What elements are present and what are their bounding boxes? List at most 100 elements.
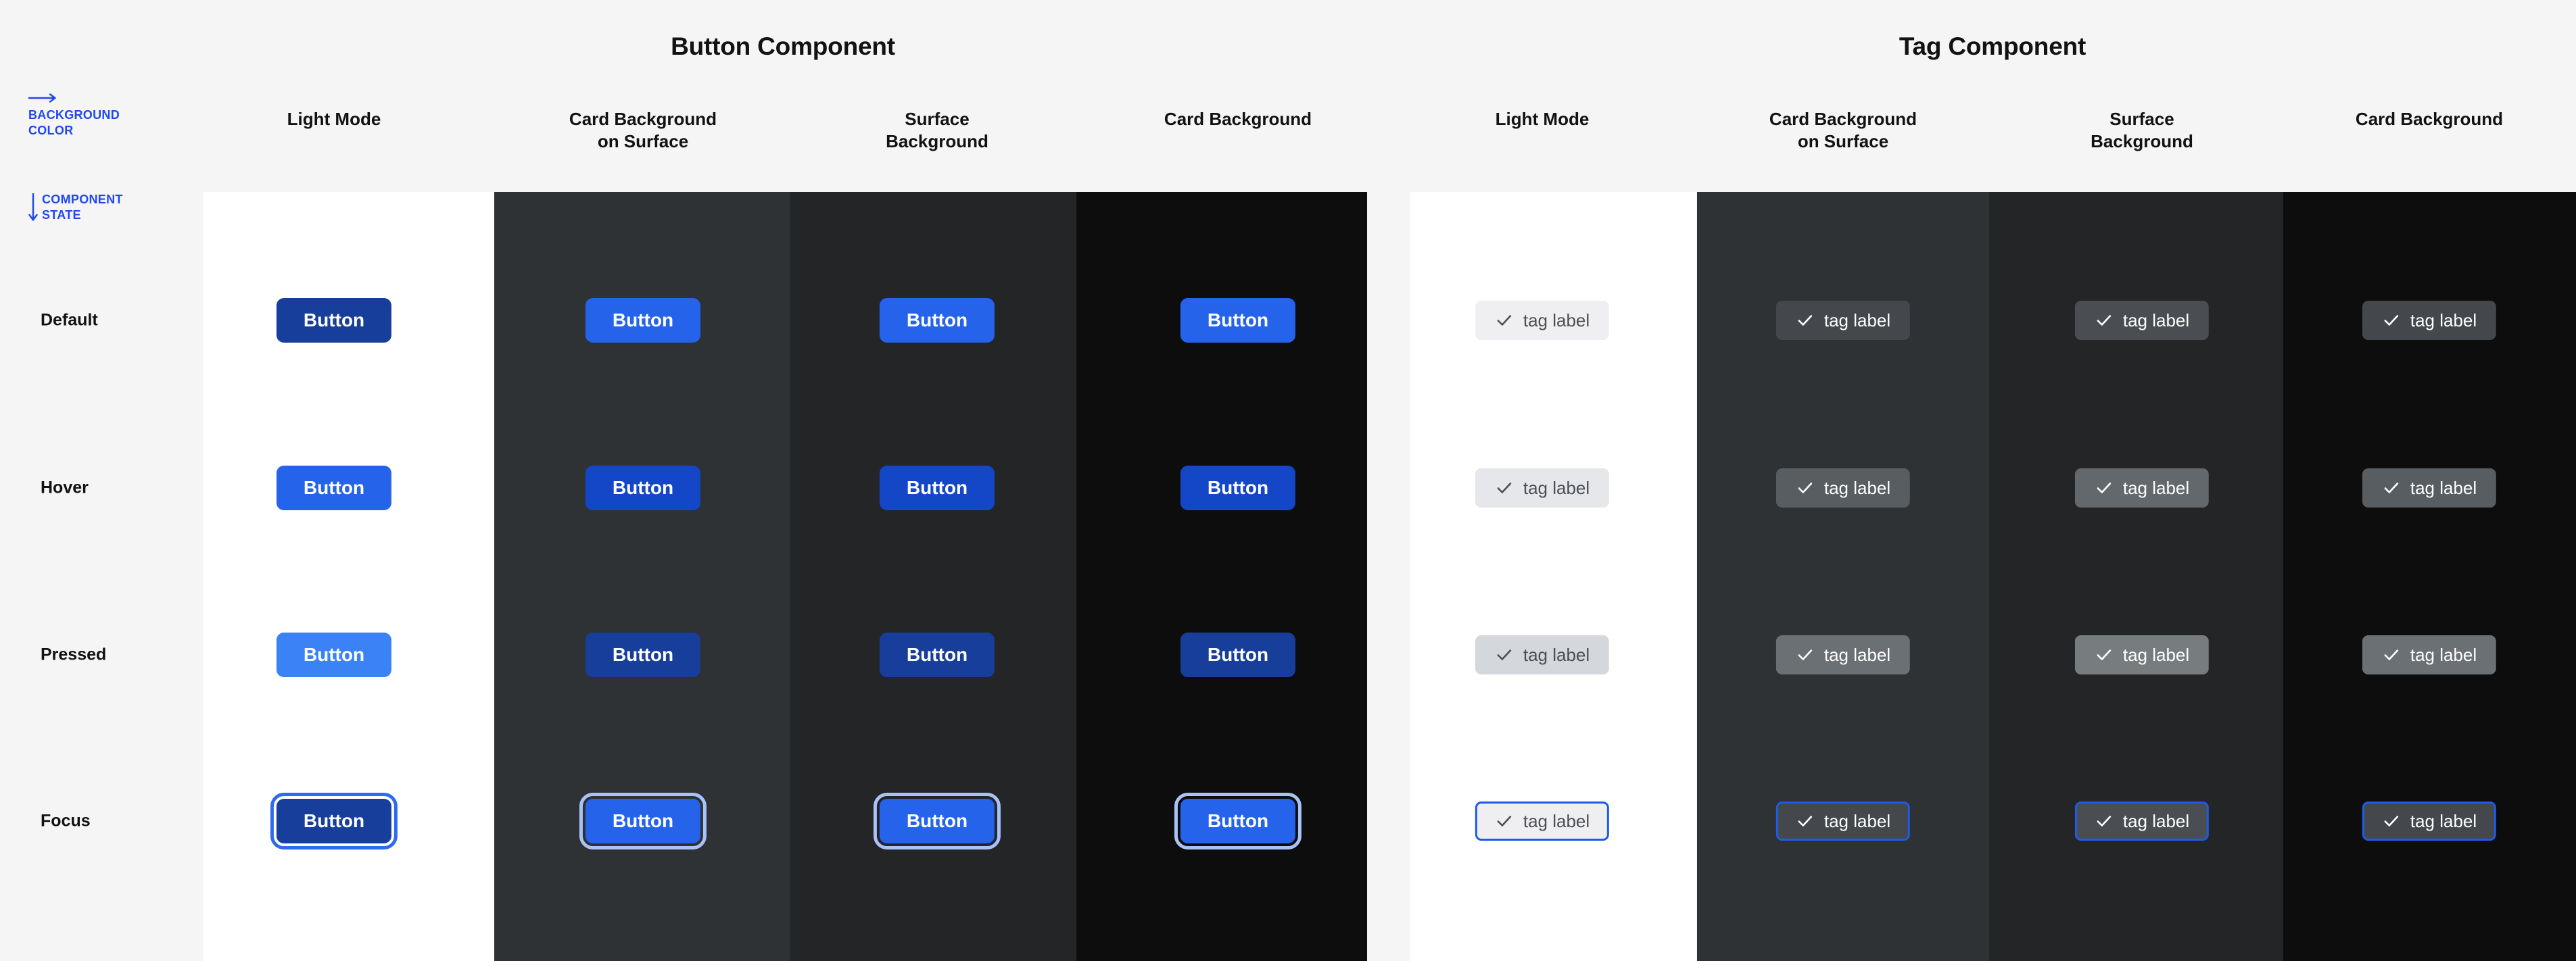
tag-label: tag label (2122, 645, 2190, 665)
button-hover[interactable]: Button (879, 466, 995, 510)
row-label-pressed: Pressed (41, 645, 107, 664)
tag-default[interactable]: tag label (2074, 301, 2210, 340)
button-focus[interactable]: Button (579, 793, 707, 849)
cell-tag-5-2: tag label (1775, 635, 1911, 674)
column-header-line1: Card Background (569, 109, 717, 129)
column-header-line2: Background (886, 130, 988, 151)
cell-tag-7-1: tag label (2362, 468, 2497, 508)
check-icon (1495, 478, 1514, 497)
button-focus[interactable]: Button (873, 793, 1001, 849)
cell-button-1-3: Button (579, 793, 707, 849)
check-icon (2095, 812, 2114, 831)
tag-label: tag label (1523, 811, 1590, 831)
tag-hover[interactable]: tag label (2074, 468, 2210, 508)
column-header-line2: Background (2091, 130, 2193, 151)
tag-pressed[interactable]: tag label (2074, 635, 2210, 674)
tag-hover[interactable]: tag label (2362, 468, 2497, 508)
check-icon (1796, 812, 1815, 831)
cell-tag-6-3: tag label (2074, 802, 2210, 841)
button-pressed[interactable]: Button (585, 633, 701, 677)
section-title-1: Tag Component (1899, 32, 2086, 60)
cell-tag-4-2: tag label (1475, 635, 1610, 674)
column-header-5: Card Background on Surface (1694, 108, 1992, 152)
arrow-down-icon (28, 193, 38, 226)
cell-tag-5-3: tag label (1775, 802, 1911, 841)
check-icon (1796, 311, 1815, 330)
button-hover[interactable]: Button (585, 466, 701, 510)
cell-button-3-2: Button (1180, 633, 1296, 677)
check-icon (2382, 478, 2401, 497)
row-label-focus: Focus (41, 811, 91, 831)
button-default[interactable]: Button (276, 298, 392, 343)
section-title-0: Button Component (671, 32, 895, 60)
cell-button-0-2: Button (276, 633, 392, 677)
tag-pressed[interactable]: tag label (2362, 635, 2497, 674)
tag-label: tag label (2410, 478, 2477, 498)
tag-focus[interactable]: tag label (1775, 802, 1911, 841)
tag-hover[interactable]: tag label (1775, 468, 1911, 508)
axis-state-line1: COMPONENT (42, 193, 123, 206)
column-header-0: Light Mode (185, 108, 483, 130)
button-focus[interactable]: Button (1174, 793, 1302, 849)
cell-button-3-1: Button (1180, 466, 1296, 510)
button-hover[interactable]: Button (276, 466, 392, 510)
tag-label: tag label (2410, 811, 2477, 831)
check-icon (2095, 311, 2114, 330)
column-header-line1: Card Background (1769, 109, 1917, 129)
cell-tag-5-1: tag label (1775, 468, 1911, 508)
axis-component-state-label: COMPONENT STATE (42, 192, 123, 222)
cell-button-3-3: Button (1174, 793, 1302, 849)
check-icon (1495, 812, 1514, 831)
row-label-hover: Hover (41, 478, 89, 497)
cell-button-0-0: Button (276, 298, 392, 343)
column-header-7: Card Background (2281, 108, 2576, 130)
tag-hover[interactable]: tag label (1475, 468, 1610, 508)
cell-button-1-1: Button (585, 466, 701, 510)
tag-default[interactable]: tag label (1775, 301, 1911, 340)
button-default[interactable]: Button (1180, 298, 1296, 343)
cell-tag-7-3: tag label (2362, 802, 2497, 841)
check-icon (2382, 311, 2401, 330)
cell-tag-4-1: tag label (1475, 468, 1610, 508)
cell-button-2-3: Button (873, 793, 1001, 849)
column-header-2: Surface Background (788, 108, 1086, 152)
check-icon (2095, 478, 2114, 497)
cell-tag-6-2: tag label (2074, 635, 2210, 674)
cell-tag-4-0: tag label (1475, 301, 1610, 340)
button-default[interactable]: Button (585, 298, 701, 343)
tag-label: tag label (1823, 310, 1891, 330)
tag-focus[interactable]: tag label (1475, 802, 1610, 841)
column-header-line1: Light Mode (1495, 109, 1590, 129)
button-default[interactable]: Button (879, 298, 995, 343)
button-pressed[interactable]: Button (1180, 633, 1296, 677)
button-hover[interactable]: Button (1180, 466, 1296, 510)
button-focus[interactable]: Button (270, 793, 398, 849)
cell-button-0-1: Button (276, 466, 392, 510)
cell-button-1-0: Button (585, 298, 701, 343)
tag-label: tag label (1523, 310, 1590, 330)
column-header-4: Light Mode (1393, 108, 1691, 130)
cell-tag-5-0: tag label (1775, 301, 1911, 340)
cell-button-0-3: Button (270, 793, 398, 849)
axis-bg-line2: COLOR (28, 123, 74, 137)
tag-pressed[interactable]: tag label (1475, 635, 1610, 674)
check-icon (1796, 478, 1815, 497)
tag-default[interactable]: tag label (2362, 301, 2497, 340)
tag-pressed[interactable]: tag label (1775, 635, 1911, 674)
tag-label: tag label (2122, 310, 2190, 330)
tag-focus[interactable]: tag label (2074, 802, 2210, 841)
button-pressed[interactable]: Button (879, 633, 995, 677)
column-header-6: Surface Background (1993, 108, 2291, 152)
tag-default[interactable]: tag label (1475, 301, 1610, 340)
design-system-matrix: Button Component Tag Component Light Mode… (0, 0, 2576, 961)
axis-legend-background-color: BACKGROUND COLOR (28, 93, 191, 138)
cell-button-2-0: Button (879, 298, 995, 343)
column-header-line1: Card Background (1164, 109, 1312, 129)
column-header-1: Card Background on Surface (494, 108, 792, 152)
column-header-3: Card Background (1089, 108, 1387, 130)
tag-focus[interactable]: tag label (2362, 802, 2497, 841)
tag-label: tag label (2122, 478, 2190, 498)
column-header-line2: on Surface (597, 130, 689, 151)
button-pressed[interactable]: Button (276, 633, 392, 677)
cell-tag-7-0: tag label (2362, 301, 2497, 340)
